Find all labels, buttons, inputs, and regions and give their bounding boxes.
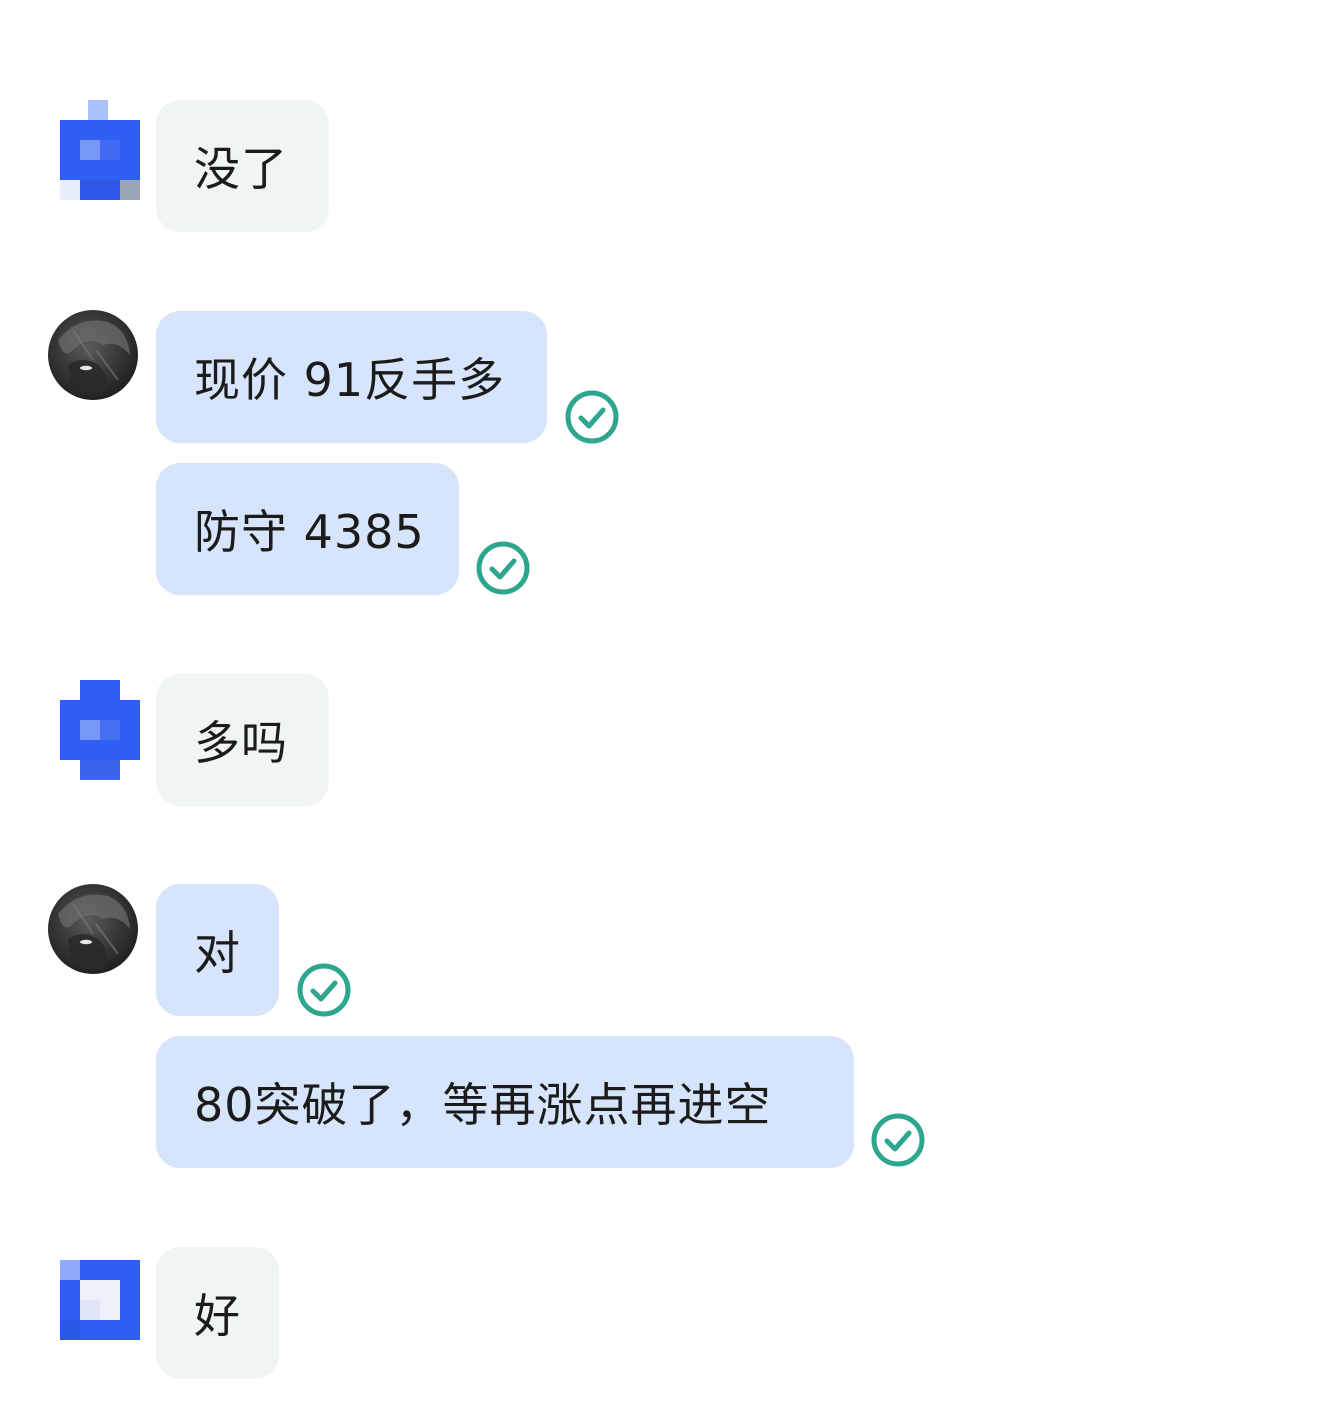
pixelated-avatar[interactable] bbox=[48, 100, 140, 200]
message-text: 对 bbox=[194, 926, 241, 980]
pixelated-avatar[interactable] bbox=[48, 1260, 140, 1360]
dark-portrait-avatar[interactable] bbox=[48, 310, 138, 400]
read-check-icon bbox=[475, 540, 531, 596]
message-bubble[interactable]: 现价 91反手多 bbox=[156, 311, 547, 443]
message-text: 好 bbox=[194, 1289, 241, 1343]
read-check-icon bbox=[870, 1112, 926, 1168]
message-text: 现价 91反手多 bbox=[194, 353, 506, 407]
message-bubble[interactable]: 对 bbox=[156, 884, 279, 1016]
read-check-icon bbox=[296, 962, 352, 1018]
message-text: 防守 4385 bbox=[194, 505, 425, 559]
message-bubble[interactable]: 没了 bbox=[156, 100, 329, 232]
message-bubble[interactable]: 好 bbox=[156, 1247, 279, 1379]
pixelated-avatar[interactable] bbox=[48, 680, 140, 780]
read-check-icon bbox=[564, 389, 620, 445]
message-bubble[interactable]: 多吗 bbox=[156, 674, 329, 806]
dark-portrait-avatar[interactable] bbox=[48, 884, 138, 974]
message-bubble[interactable]: 80突破了，等再涨点再进空 bbox=[156, 1036, 854, 1168]
message-text: 多吗 bbox=[194, 716, 288, 770]
message-bubble[interactable]: 防守 4385 bbox=[156, 463, 459, 595]
chat-conversation: 没了 现价 91反手多 防守 4385 多吗 对 80突破了，等再涨点再进空 好 bbox=[0, 0, 1320, 1404]
message-text: 没了 bbox=[194, 142, 288, 196]
message-text: 80突破了，等再涨点再进空 bbox=[194, 1078, 772, 1132]
